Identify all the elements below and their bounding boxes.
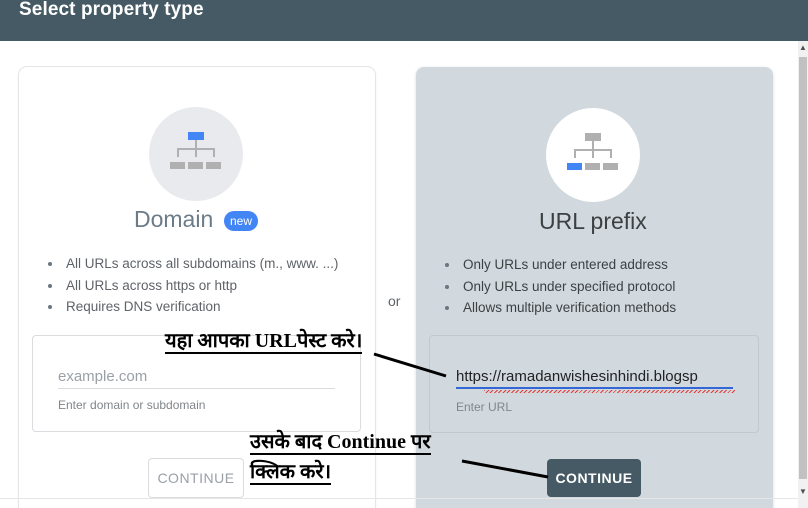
annotation-arrows — [373, 352, 549, 479]
arrow-to-url-input — [373, 352, 447, 378]
arrow-to-continue-button — [461, 459, 549, 479]
select-property-dialog: Select property type Domain new All URLs… — [0, 0, 808, 508]
